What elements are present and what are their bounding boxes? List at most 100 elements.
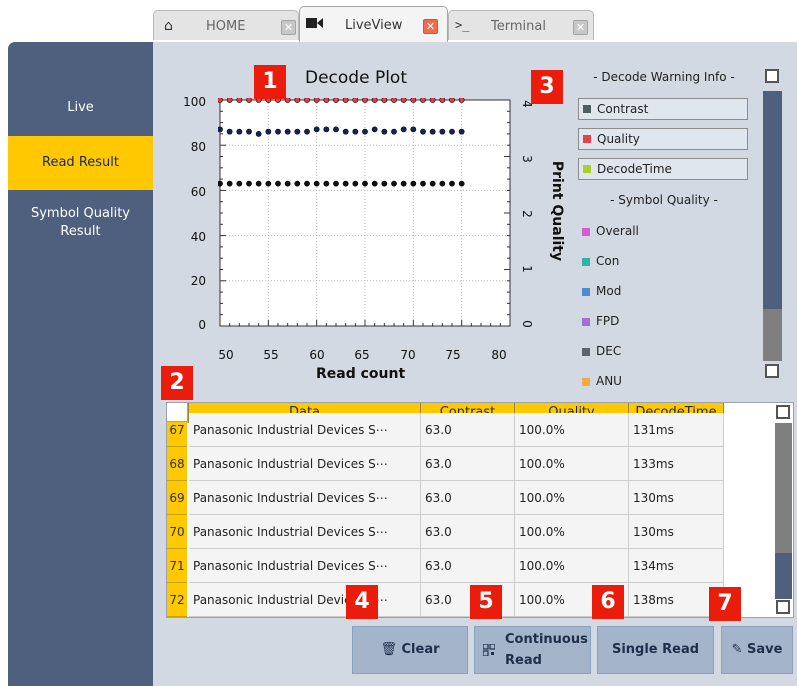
data-point	[304, 98, 310, 103]
data-point	[352, 128, 359, 135]
legend-item-quality[interactable]: Quality	[578, 128, 748, 150]
legend-item-dec[interactable]: DEC	[578, 344, 621, 358]
data-point	[400, 98, 407, 103]
continuous-read-button[interactable]: Continuous Read	[474, 626, 591, 674]
cell-quality: 100.0%	[515, 481, 629, 515]
close-icon[interactable]: ✕	[281, 20, 296, 35]
data-point	[294, 98, 301, 103]
data-point	[333, 180, 339, 187]
cell-data: Panasonic Industrial Devices S⋯	[189, 447, 421, 481]
close-icon[interactable]: ✕	[573, 20, 588, 35]
data-point	[371, 180, 378, 187]
legend-label: DEC	[596, 344, 622, 358]
data-point	[236, 180, 243, 187]
table-row[interactable]: 70 Panasonic Industrial Devices S⋯ 63.0 100…	[167, 515, 724, 549]
data-point	[304, 180, 310, 187]
table-scrollbar-thumb[interactable]	[775, 423, 792, 553]
table-row[interactable]: 72 Panasonic Industrial Devices S⋯ 63.0 100…	[167, 583, 724, 617]
x-tick-label: 65	[354, 348, 370, 362]
legend-item-anu[interactable]: ANU	[578, 374, 622, 387]
data-point	[255, 131, 262, 137]
swatch	[583, 105, 591, 113]
data-point	[429, 98, 436, 103]
y2-tick-label: 2	[519, 210, 534, 218]
cell-data: Panasonic Industrial Devices S⋯	[189, 413, 421, 447]
data-point	[352, 180, 359, 187]
sidebar-item-symbol-quality-result[interactable]: Symbol Quality Result	[18, 205, 143, 241]
cell-contrast: 63.0	[421, 447, 515, 481]
legend-item-decodetime[interactable]: DecodeTime	[578, 158, 748, 180]
save-button[interactable]: ✎ Save	[721, 626, 793, 674]
data-point	[284, 180, 291, 187]
annotation-badge: 4	[346, 585, 378, 619]
cell-quality: 100.0%	[515, 413, 629, 447]
data-point	[323, 180, 330, 187]
legend-item-con[interactable]: Con	[578, 254, 619, 268]
data-point	[275, 128, 281, 135]
legend-item-overall[interactable]: Overall	[578, 224, 639, 238]
x-tick-label: 80	[491, 348, 507, 362]
data-point	[226, 180, 233, 187]
annotation-badge: 3	[531, 70, 563, 104]
legend-label: Quality	[597, 132, 640, 146]
legend-item-mod[interactable]: Mod	[578, 284, 621, 298]
swatch	[583, 135, 591, 143]
legend-select-all-checkbox[interactable]	[765, 69, 779, 83]
cell-decodetime: 133ms	[629, 447, 724, 481]
data-point	[391, 128, 397, 135]
table-row[interactable]: 67 Panasonic Industrial Devices S⋯ 63.0 100…	[167, 413, 724, 447]
data-point	[218, 126, 223, 133]
legend-label: Overall	[596, 224, 639, 238]
plot-title: Decode Plot	[305, 68, 407, 88]
legend-scrollbar-thumb[interactable]	[763, 309, 782, 361]
qr-code-icon	[482, 643, 496, 660]
table-row[interactable]: 71 Panasonic Industrial Devices S⋯ 63.0 100…	[167, 549, 724, 583]
tab-home-label: HOME	[206, 19, 246, 34]
data-point	[246, 128, 252, 135]
clear-button[interactable]: 🗑 Clear	[352, 626, 468, 674]
edit-icon: ✎	[731, 642, 743, 657]
cell-quality: 100.0%	[515, 447, 629, 481]
data-point	[420, 98, 426, 103]
legend-label: ANU	[596, 374, 622, 387]
swatch	[583, 165, 591, 173]
save-label: Save	[747, 642, 783, 657]
data-point	[255, 180, 262, 187]
legend-item-fpd[interactable]: FPD	[578, 314, 619, 328]
symbol-quality-header: - Symbol Quality -	[610, 193, 718, 207]
row-number: 71	[167, 549, 187, 583]
legend-item-contrast[interactable]: Contrast	[578, 98, 748, 120]
data-point	[410, 98, 417, 103]
legend-scrollbar[interactable]	[763, 91, 782, 361]
data-point	[352, 98, 359, 103]
close-icon[interactable]: ✕	[423, 19, 438, 34]
table-bottom-checkbox[interactable]	[776, 600, 790, 614]
sidebar-item-read-result[interactable]: Read Result	[8, 136, 153, 190]
table-scrollbar[interactable]	[775, 423, 792, 599]
data-point	[246, 180, 252, 187]
warning-info-header: - Decode Warning Info -	[593, 70, 735, 84]
data-point	[333, 126, 339, 133]
cell-decodetime: 130ms	[629, 515, 724, 549]
sidebar-item-live[interactable]: Live	[8, 96, 153, 120]
table-select-all-checkbox[interactable]	[776, 405, 790, 419]
data-point	[313, 180, 320, 187]
data-point	[458, 180, 465, 187]
tab-home[interactable]: ⌂ HOME ✕	[153, 10, 299, 40]
swatch	[582, 317, 590, 326]
data-point	[246, 98, 252, 103]
legend-bottom-checkbox[interactable]	[765, 364, 779, 378]
data-point	[226, 128, 233, 135]
data-point	[458, 98, 465, 103]
tab-liveview[interactable]: LiveView ✕	[299, 6, 448, 42]
legend-label: Contrast	[597, 102, 649, 116]
data-point	[400, 180, 407, 187]
table-row[interactable]: 68 Panasonic Industrial Devices S⋯ 63.0 100…	[167, 447, 724, 481]
table-row[interactable]: 69 Panasonic Industrial Devices S⋯ 63.0 100…	[167, 481, 724, 515]
data-point	[381, 180, 388, 187]
terminal-icon: >_	[455, 18, 470, 32]
data-point	[362, 98, 368, 103]
single-read-button[interactable]: Single Read	[597, 626, 714, 674]
tab-terminal[interactable]: >_ Terminal ✕	[448, 10, 594, 40]
y2-tick-label: 3	[519, 155, 534, 163]
